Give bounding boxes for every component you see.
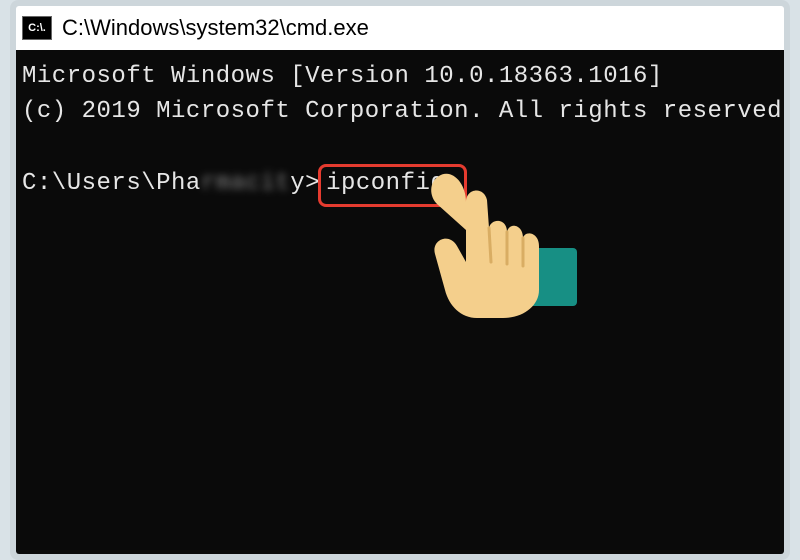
cmd-window: C:\. C:\Windows\system32\cmd.exe Microso… bbox=[16, 6, 784, 554]
prompt-path-obscured: rmacit bbox=[201, 170, 290, 197]
cmd-icon: C:\. bbox=[22, 16, 52, 40]
prompt-path-end: y> bbox=[290, 170, 320, 197]
titlebar[interactable]: C:\. C:\Windows\system32\cmd.exe bbox=[16, 6, 784, 51]
window-title: C:\Windows\system32\cmd.exe bbox=[62, 15, 369, 41]
banner-line-2: (c) 2019 Microsoft Corporation. All righ… bbox=[22, 98, 784, 125]
text-cursor bbox=[446, 187, 458, 191]
typed-command: ipconfig bbox=[326, 170, 445, 197]
terminal-area[interactable]: Microsoft Windows [Version 10.0.18363.10… bbox=[16, 50, 784, 554]
banner-line-1: Microsoft Windows [Version 10.0.18363.10… bbox=[22, 63, 663, 90]
prompt-path-start: C:\Users\Pha bbox=[22, 170, 201, 197]
command-highlight: ipconfig bbox=[318, 164, 467, 207]
